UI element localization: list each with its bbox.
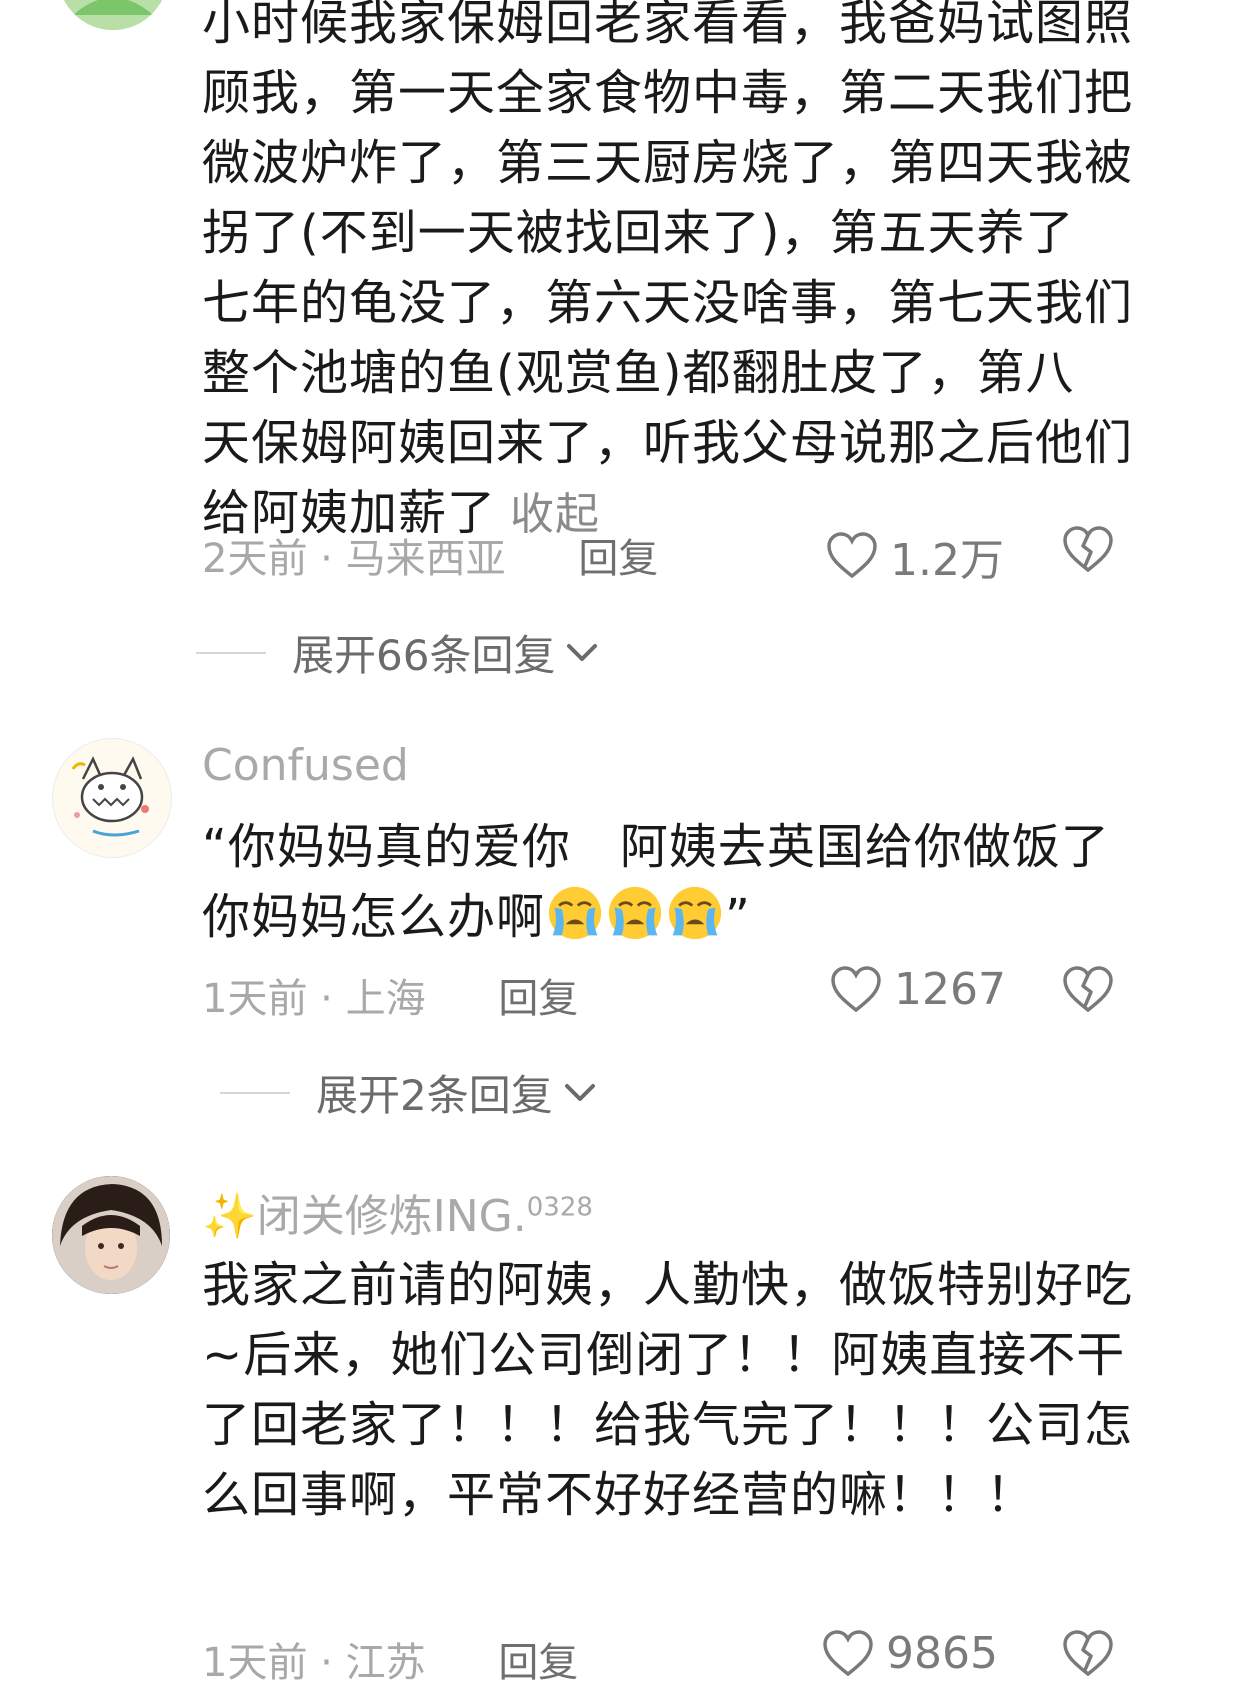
comment-meta: 1天前 · 江苏 回复 xyxy=(202,1630,578,1688)
comment-text: 我家之前请的阿姨，人勤快，做饭特别好吃 ~后来，她们公司倒闭了！！阿姨直接不干 … xyxy=(202,1257,1134,1523)
comment-text: “你妈妈真的爱你 阿姨去英国给你做饭了 你妈妈怎么办啊” xyxy=(202,819,1110,945)
loudly-crying-face-icon xyxy=(668,886,722,940)
heart-outline-icon xyxy=(827,532,877,579)
loudly-crying-face-icon xyxy=(608,886,662,940)
chevron-down-icon xyxy=(564,1083,595,1101)
like-count: 1267 xyxy=(894,964,1006,1015)
expand-replies[interactable]: 展开66条回复 xyxy=(196,622,599,683)
like-button[interactable]: 1.2万 xyxy=(826,524,1004,588)
broken-heart-icon xyxy=(1063,966,1113,1013)
dislike-button[interactable] xyxy=(1062,966,1118,1022)
like-button[interactable]: 9865 xyxy=(822,1628,998,1679)
dislike-button[interactable] xyxy=(1062,1630,1118,1686)
heart-outline-icon xyxy=(831,965,881,1012)
comment-meta: 2天前 · 马来西亚 回复 xyxy=(202,526,658,584)
divider-line xyxy=(196,651,266,654)
timestamp-location: 1天前 · 上海 xyxy=(202,976,426,1022)
emoji-group xyxy=(545,886,725,945)
heart-outline-icon xyxy=(823,1629,873,1676)
avatar-image xyxy=(64,0,162,30)
chevron-down-icon xyxy=(567,643,598,661)
divider-line xyxy=(220,1091,290,1094)
reply-button[interactable]: 回复 xyxy=(578,536,658,582)
dislike-button[interactable] xyxy=(1062,526,1118,582)
username[interactable]: ✨闭关修炼ING.0328 xyxy=(202,1180,593,1244)
avatar[interactable] xyxy=(52,1176,170,1294)
timestamp-location: 2天前 · 马来西亚 xyxy=(202,536,506,582)
loudly-crying-face-icon xyxy=(548,886,602,940)
like-button[interactable]: 1267 xyxy=(830,964,1006,1015)
broken-heart-icon xyxy=(1063,526,1113,573)
avatar-image xyxy=(52,1176,170,1294)
username[interactable]: Confused xyxy=(202,740,409,791)
like-count: 1.2万 xyxy=(890,535,1004,586)
expand-replies-label: 展开2条回复 xyxy=(316,1071,553,1120)
broken-heart-icon xyxy=(1063,1630,1113,1677)
avatar[interactable] xyxy=(58,0,168,30)
timestamp-location: 1天前 · 江苏 xyxy=(202,1640,426,1686)
avatar-image xyxy=(53,739,171,857)
expand-replies-label: 展开66条回复 xyxy=(292,631,556,680)
reply-button[interactable]: 回复 xyxy=(498,1640,578,1686)
like-count: 9865 xyxy=(886,1628,998,1679)
reply-button[interactable]: 回复 xyxy=(498,976,578,1022)
avatar[interactable] xyxy=(52,738,172,858)
comment-meta: 1天前 · 上海 回复 xyxy=(202,966,578,1024)
expand-replies[interactable]: 展开2条回复 xyxy=(220,1062,597,1123)
comment-text: 小时候我家保姆回老家看看，我爸妈试图照 顾我，第一天全家食物中毒，第二天我们把 … xyxy=(202,0,1134,541)
